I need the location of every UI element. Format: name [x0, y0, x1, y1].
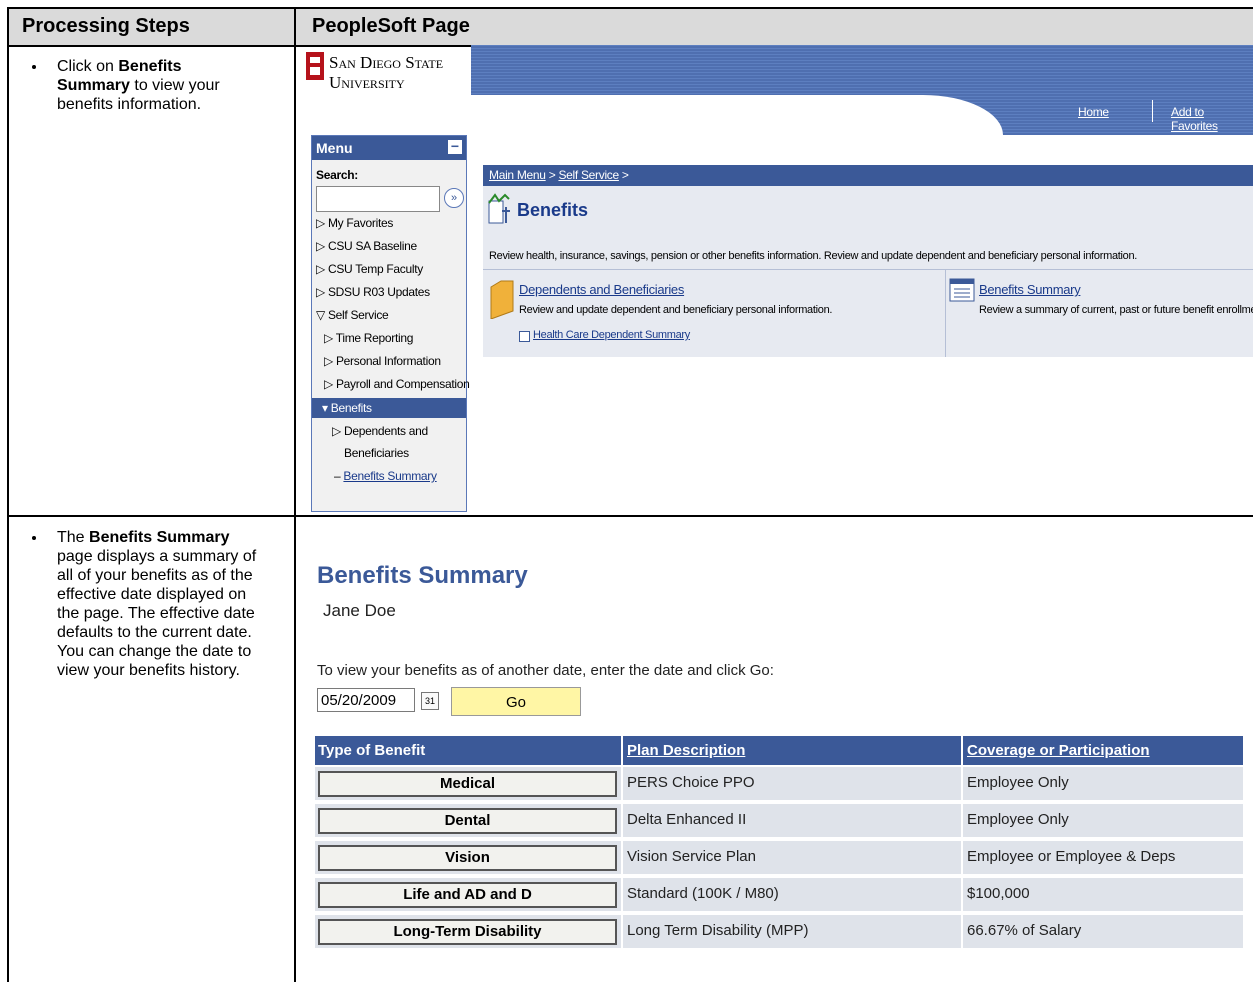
menu-personal-info-label: Personal Information [335, 354, 441, 368]
panel-separator [945, 270, 946, 357]
benefits-summary-link[interactable]: Benefits Summary [979, 282, 1081, 297]
col-plan-description[interactable]: Plan Description [623, 736, 961, 765]
breadcrumb: Main Menu > Self Service > [483, 165, 1253, 186]
step2-text: The Benefits Summary page displays a sum… [7, 528, 294, 680]
col-coverage[interactable]: Coverage or Participation [963, 736, 1243, 765]
summary-icon [949, 278, 975, 302]
menu-csu-temp-faculty[interactable]: ▷ CSU Temp Faculty [316, 262, 423, 276]
portal-screenshot: San Diego State University Home Add to F… [303, 45, 1253, 515]
benefits-summary-screenshot: Benefits Summary Jane Doe To view your b… [303, 560, 1253, 980]
header-processing-steps: Processing Steps [7, 7, 294, 45]
banner-cutout [463, 95, 1003, 135]
dental-plan: Delta Enhanced II [627, 811, 747, 828]
step2-bold: Benefits Summary [89, 529, 230, 546]
effective-date-input[interactable]: 05/20/2009 [317, 688, 415, 712]
border-row-divider [7, 515, 1253, 517]
medical-coverage: Employee Only [967, 774, 1069, 791]
header-col2-text: PeopleSoft Page [312, 15, 470, 37]
breadcrumb-sep: > [545, 168, 559, 182]
go-button[interactable]: Go [451, 687, 581, 716]
menu-search-label: Search: [316, 168, 358, 182]
life-coverage: $100,000 [967, 885, 1030, 902]
menu-csu-temp-faculty-label: CSU Temp Faculty [327, 262, 423, 276]
header-col1-text: Processing Steps [22, 15, 190, 37]
dental-coverage: Employee Only [967, 811, 1069, 828]
vision-plan: Vision Service Plan [627, 848, 756, 865]
menu-title: Menu [316, 140, 353, 156]
step1-text: Click on Benefits Summary to view your b… [7, 57, 294, 114]
collapse-icon[interactable]: − [448, 139, 462, 154]
benefits-icon [488, 193, 510, 224]
benefit-ltd-button[interactable]: Long-Term Disability [318, 919, 617, 945]
menu-benefits[interactable]: ▾ Benefits [312, 398, 466, 418]
step2-post: page displays a summary of all of your b… [57, 548, 257, 679]
menu-csu-sa-baseline-label: CSU SA Baseline [327, 239, 417, 253]
border-column-divider [294, 7, 296, 982]
menu-self-service[interactable]: ▽ Self Service [316, 308, 389, 322]
menu-dependents[interactable]: ▷ Dependents and [332, 424, 428, 438]
life-plan: Standard (100K / M80) [627, 885, 779, 902]
employee-name: Jane Doe [323, 601, 396, 620]
benefits-page-description: Review health, insurance, savings, pensi… [489, 250, 1138, 262]
menu-my-favorites-label: My Favorites [327, 216, 394, 230]
menu-header: Menu − [312, 136, 466, 160]
document-icon [519, 331, 530, 342]
menu-time-reporting[interactable]: ▷ Time Reporting [324, 331, 413, 345]
grid-divider-1 [621, 765, 623, 948]
menu-time-reporting-label: Time Reporting [335, 331, 414, 345]
portal-menu: Menu − Search: » ▷ My Favorites ▷ CSU SA … [311, 135, 470, 512]
sdsu-seal-icon [306, 52, 324, 80]
calendar-icon[interactable]: 31 [421, 692, 439, 710]
grid-divider-2 [961, 765, 963, 948]
menu-payroll-label: Payroll and Compensation [335, 377, 470, 391]
header-peoplesoft-page: PeopleSoft Page [296, 7, 1253, 45]
menu-search-input[interactable] [316, 186, 440, 212]
menu-benefits-label: Benefits [330, 401, 372, 415]
logo-line1: San Diego State [329, 53, 444, 72]
breadcrumb-tail: > [618, 168, 629, 182]
menu-csu-sa-baseline[interactable]: ▷ CSU SA Baseline [316, 239, 417, 253]
menu-beneficiaries[interactable]: Beneficiaries [344, 446, 409, 460]
ltd-plan: Long Term Disability (MPP) [627, 922, 809, 939]
step1-pre: Click on [57, 58, 119, 75]
dependents-description: Review and update dependent and benefici… [519, 304, 833, 316]
step2-pre: The [57, 529, 90, 546]
benefits-page-title: Benefits [517, 200, 589, 220]
menu-benefits-summary-label: Benefits Summary [343, 469, 437, 483]
menu-self-service-label: Self Service [327, 308, 389, 322]
logo-line2: University [329, 73, 405, 92]
menu-payroll-compensation[interactable]: ▷ Payroll and Compensation [324, 377, 470, 391]
nav-home-link[interactable]: Home [1078, 105, 1109, 119]
dependents-beneficiaries-link[interactable]: Dependents and Beneficiaries [519, 282, 684, 297]
border-top [7, 7, 1253, 9]
nav-add-favorites-link[interactable]: Add to Favorites [1171, 105, 1253, 133]
benefits-summary-description: Review a summary of current, past or fut… [979, 304, 1253, 316]
summary-page-title: Benefits Summary [317, 562, 528, 589]
panel-rule [483, 269, 1253, 270]
ltd-coverage: 66.67% of Salary [967, 922, 1082, 939]
menu-benefits-summary[interactable]: – Benefits Summary [334, 469, 437, 483]
menu-sdsu-r03-updates[interactable]: ▷ SDSU R03 Updates [316, 285, 430, 299]
menu-my-favorites[interactable]: ▷ My Favorites [316, 216, 393, 230]
breadcrumb-main-menu[interactable]: Main Menu [489, 168, 546, 182]
benefit-dental-button[interactable]: Dental [318, 808, 617, 834]
breadcrumb-self-service[interactable]: Self Service [558, 168, 619, 182]
benefit-medical-button[interactable]: Medical [318, 771, 617, 797]
date-instruction: To view your benefits as of another date… [317, 662, 774, 679]
vision-coverage: Employee or Employee & Deps [967, 848, 1176, 865]
search-go-icon[interactable]: » [444, 188, 464, 208]
nav-divider [1152, 100, 1153, 122]
folder-icon [490, 280, 514, 319]
menu-personal-information[interactable]: ▷ Personal Information [324, 354, 441, 368]
benefit-life-button[interactable]: Life and AD and D [318, 882, 617, 908]
benefit-vision-button[interactable]: Vision [318, 845, 617, 871]
health-care-dependent-summary-link[interactable]: Health Care Dependent Summary [533, 329, 690, 341]
col-type-of-benefit: Type of Benefit [315, 736, 621, 765]
menu-dependents-label: Dependents and [343, 424, 428, 438]
medical-plan: PERS Choice PPO [627, 774, 755, 791]
sdsu-logo: San Diego State University [305, 51, 443, 92]
border-left [7, 7, 9, 982]
menu-sdsu-r03-label: SDSU R03 Updates [327, 285, 430, 299]
